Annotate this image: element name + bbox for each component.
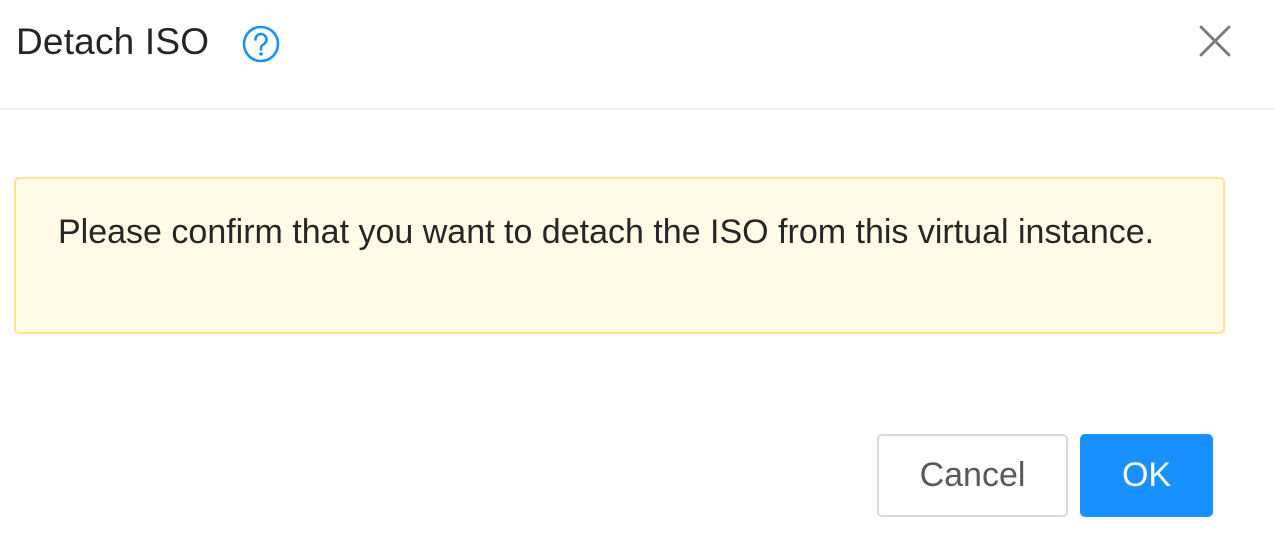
- alert-message: Please confirm that you want to detach t…: [58, 213, 1155, 251]
- ok-button[interactable]: OK: [1080, 434, 1213, 517]
- close-button[interactable]: [1188, 16, 1242, 70]
- dialog-header: Detach ISO: [0, 0, 1274, 110]
- question-circle-icon[interactable]: [241, 24, 281, 64]
- dialog-title: Detach ISO: [16, 21, 210, 62]
- close-icon: [1198, 24, 1232, 63]
- cancel-button[interactable]: Cancel: [877, 434, 1068, 517]
- warning-alert: Please confirm that you want to detach t…: [14, 177, 1225, 334]
- detach-iso-dialog: Detach ISO Please confirm that you want …: [0, 0, 1274, 555]
